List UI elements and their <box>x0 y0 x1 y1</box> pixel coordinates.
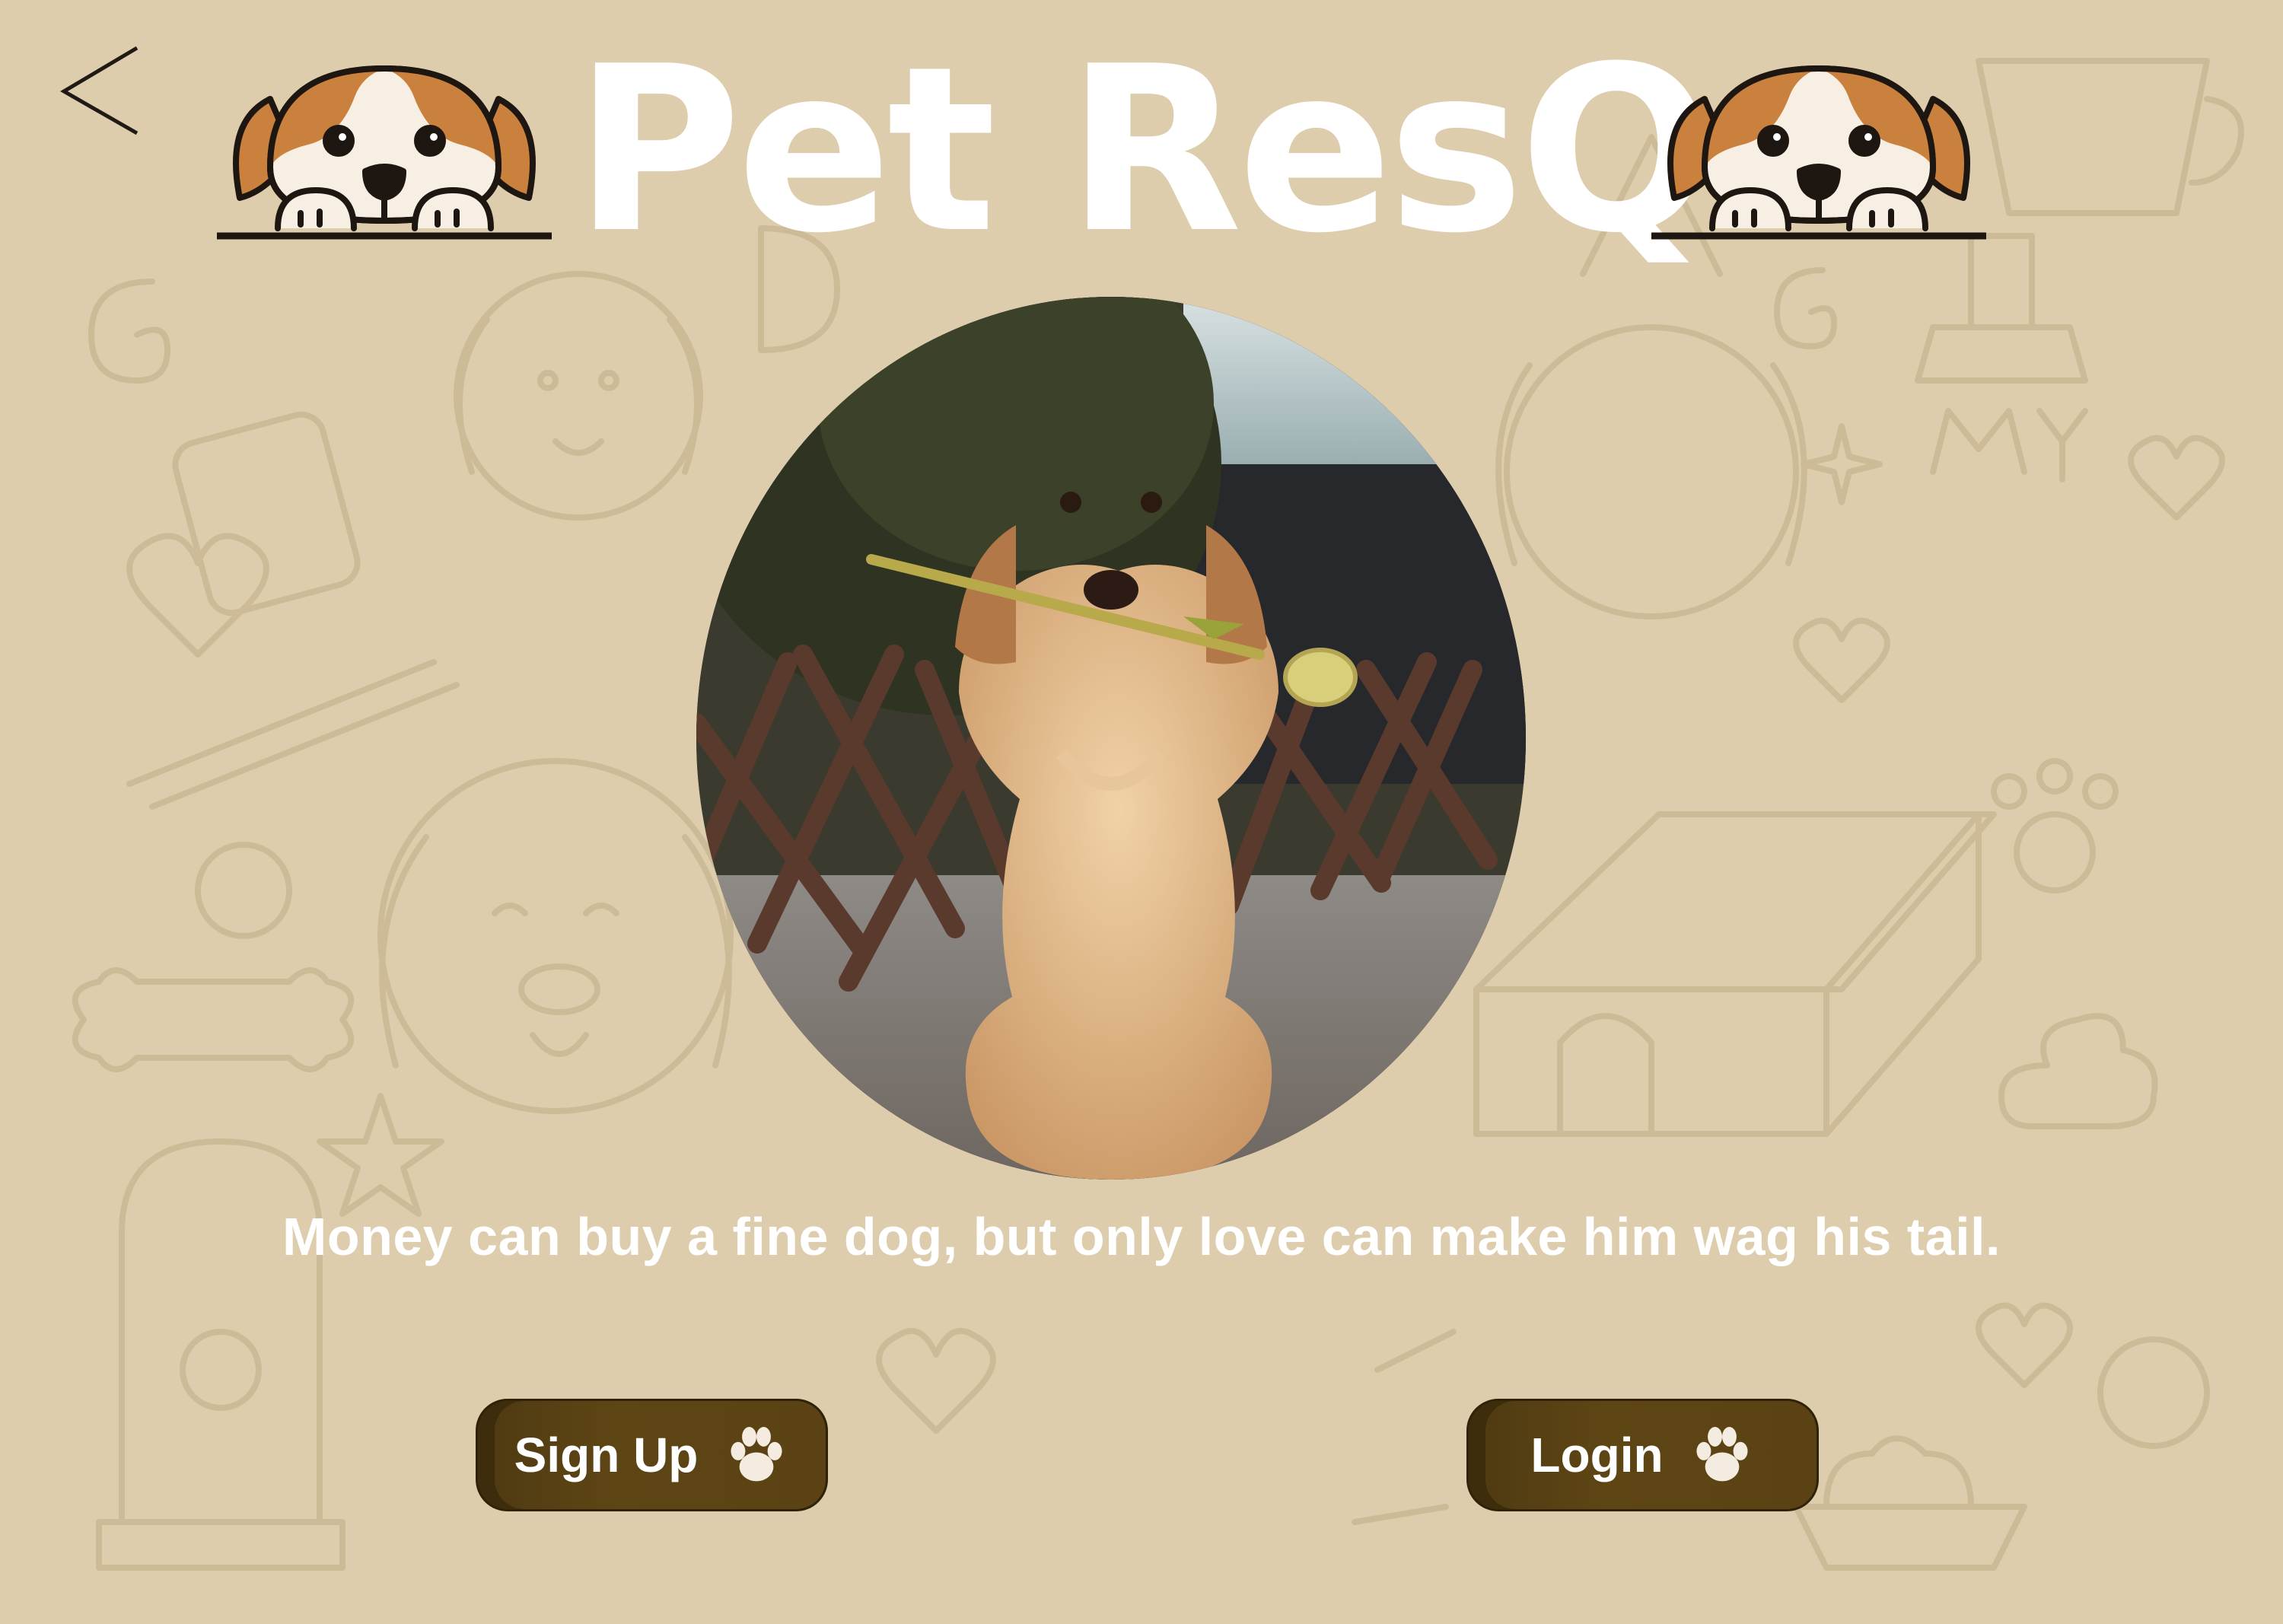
sign-up-button[interactable]: Sign Up <box>476 1399 828 1511</box>
paw-icon <box>724 1422 789 1488</box>
puppy-peeking-icon <box>1648 46 1990 259</box>
sign-up-button-label: Sign Up <box>514 1428 699 1482</box>
login-button[interactable]: Login <box>1466 1399 1819 1511</box>
login-button-label: Login <box>1530 1428 1664 1482</box>
tagline-quote: Money can buy a fine dog, but only love … <box>282 1207 2001 1266</box>
hero-dog-photo <box>696 297 1526 1180</box>
paw-icon <box>1689 1422 1755 1488</box>
